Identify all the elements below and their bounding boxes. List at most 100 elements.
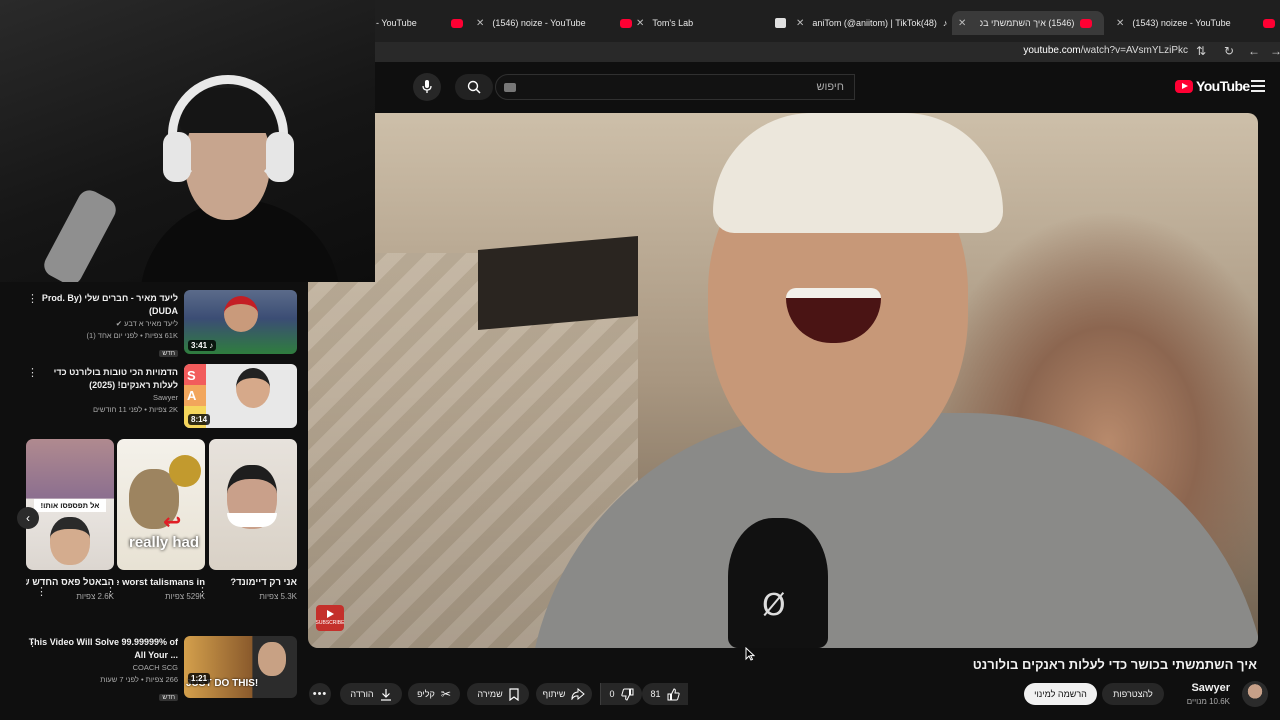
youtube-play-icon: [1175, 79, 1193, 93]
tab-title: (1543) noizee - YouTube: [1132, 18, 1231, 28]
short-title[interactable]: The worst talismans in ...: [117, 576, 205, 590]
dislike-count: 0: [609, 689, 615, 699]
video-meta: 61K צפיות • לפני יום אחד (1): [86, 331, 178, 340]
search-icon: [467, 80, 481, 94]
thumbnail-text: אל תפספסו אותו!: [34, 499, 106, 512]
menu-icon[interactable]: [1251, 80, 1265, 92]
browser-tab[interactable]: ✕ (1546) noize - YouTube: [476, 11, 632, 35]
video-info: ליעד מאיר - חברים שלי (Prod. By DUDA) לי…: [28, 292, 178, 360]
browser-tab[interactable]: - YouTube: [376, 11, 463, 35]
close-tab-icon[interactable]: ✕: [958, 18, 966, 29]
video-thumbnail[interactable]: JUST DO THIS! 1:21: [184, 636, 297, 698]
browser-tab[interactable]: ✕ (1543) noizee - YouTube: [1116, 11, 1275, 35]
short-video[interactable]: ↩ really had The worst talismans in ... …: [105, 439, 205, 601]
channel-name: Sawyer: [152, 393, 178, 402]
save-icon: [509, 687, 519, 701]
tab-count: (48): [920, 18, 937, 28]
more-icon: •••: [312, 688, 328, 700]
channel-avatar[interactable]: [1242, 681, 1268, 707]
clip-icon: ✂: [440, 687, 451, 701]
more-options-icon[interactable]: ⋮: [36, 585, 47, 598]
play-icon: [326, 610, 334, 618]
close-tab-icon[interactable]: ✕: [1116, 18, 1124, 29]
tab-title: (1546) איך השתמשתי בכושר: [980, 18, 1075, 28]
youtube-logo[interactable]: YouTube: [1175, 78, 1250, 94]
subscribe-button[interactable]: הרשמה למינוי: [1024, 683, 1097, 705]
share-button[interactable]: שיתוף: [536, 683, 592, 705]
short-thumbnail[interactable]: ↩ really had: [117, 439, 205, 570]
tab-title: (1546) noize - YouTube: [492, 18, 586, 28]
forward-icon[interactable]: →: [1270, 44, 1280, 58]
short-video[interactable]: אל תפספסו אותו! הבאטל פאס החדש שווה ... …: [26, 439, 114, 601]
video-info: This Video Will Solve 99.99999% of All Y…: [28, 636, 178, 704]
video-meta: 2K צפיות • לפני 11 חודשים: [93, 405, 178, 414]
video-duration: 8:14: [188, 414, 211, 425]
like-button[interactable]: 81: [642, 683, 688, 705]
subscribe-watermark[interactable]: SUBSCRIBE: [316, 605, 344, 631]
short-title[interactable]: אני רק דיימונד?: [209, 576, 297, 590]
close-tab-icon[interactable]: ✕: [796, 18, 804, 29]
back-icon[interactable]: ←: [1248, 44, 1260, 58]
more-options-icon[interactable]: ⋮: [27, 292, 38, 306]
video-player[interactable]: Ø: [308, 113, 1258, 648]
more-options-icon[interactable]: ⋮: [27, 366, 38, 380]
recommended-video[interactable]: JUST DO THIS! 1:21 This Video Will Solve…: [0, 636, 300, 706]
video-duration: 1:21: [188, 673, 211, 684]
watermark-label: SUBSCRIBE: [315, 620, 345, 626]
microphone-icon: [422, 80, 432, 93]
site-settings-icon[interactable]: ⇅: [1196, 44, 1206, 58]
video-background-vent: [478, 236, 638, 330]
short-thumbnail[interactable]: אל תפספסו אותו!: [26, 439, 114, 570]
close-tab-icon[interactable]: ✕: [636, 18, 644, 29]
browser-tab-active[interactable]: ✕ (1546) איך השתמשתי בכושר: [952, 11, 1104, 35]
browser-tab[interactable]: ✕ Tom's Lab: [636, 11, 787, 35]
short-views: 529K צפיות: [165, 592, 205, 601]
search-button[interactable]: [455, 74, 493, 100]
channel-name[interactable]: Sawyer: [1191, 682, 1230, 694]
clip-button[interactable]: קליפ ✂: [408, 683, 460, 705]
voice-search-button[interactable]: [413, 73, 441, 101]
studio-microphone: [40, 186, 120, 282]
channel-name: COACH SCG: [132, 663, 178, 672]
tiktok-favicon-icon: ♪: [942, 18, 948, 28]
join-button[interactable]: להצטרפות: [1102, 683, 1164, 705]
video-info: הדמויות הכי טובות בולורנט כדי לעלות ראנק…: [28, 366, 178, 416]
download-icon: [380, 688, 391, 701]
youtube-favicon-icon: [1262, 18, 1275, 28]
thumbnail-text: really had: [129, 534, 200, 551]
video-thumbnail[interactable]: 3:41 ♪: [184, 290, 297, 354]
download-button[interactable]: הורדה: [340, 683, 402, 705]
share-icon: [571, 688, 586, 700]
video-title[interactable]: This Video Will Solve 99.99999% of All Y…: [28, 636, 178, 662]
video-duration: 3:41 ♪: [188, 340, 217, 351]
video-title[interactable]: ליעד מאיר - חברים שלי (Prod. By DUDA): [28, 292, 178, 318]
like-count: 81: [650, 689, 661, 699]
video-title[interactable]: הדמויות הכי טובות בולורנט כדי לעלות ראנק…: [28, 366, 178, 392]
short-video[interactable]: אני רק דיימונד? 5.3K צפיות ⋮: [197, 439, 297, 601]
streamer-webcam: [0, 0, 375, 282]
short-thumbnail[interactable]: [209, 439, 297, 570]
search-input[interactable]: חיפוש: [495, 74, 855, 100]
reload-icon[interactable]: ↻: [1224, 44, 1234, 58]
more-options-icon[interactable]: ⋮: [27, 636, 38, 650]
close-tab-icon[interactable]: ✕: [476, 18, 484, 29]
dislike-icon: [620, 688, 633, 701]
browser-tab[interactable]: ✕ aniTom (@aniitom) | TikTok (48) ♪: [796, 11, 947, 35]
chevron-left-icon[interactable]: ‹: [17, 507, 39, 529]
video-title: איך השתמשתי בכושר כדי לעלות ראנקים בולור…: [972, 657, 1257, 672]
save-button[interactable]: שמירה: [467, 683, 529, 705]
clip-label: קליפ: [417, 689, 435, 699]
recommended-video[interactable]: 3:41 ♪ ליעד מאיר - חברים שלי (Prod. By D…: [0, 290, 300, 360]
youtube-favicon-icon: [1080, 18, 1093, 28]
tab-title: - YouTube: [376, 18, 417, 28]
save-label: שמירה: [477, 689, 503, 699]
like-icon: [667, 687, 680, 700]
url-text[interactable]: youtube.com/watch?v=AVsmYLziPkc: [1023, 45, 1188, 56]
headphone-cup-right: [266, 132, 294, 182]
more-actions-button[interactable]: •••: [309, 683, 331, 705]
keyboard-icon[interactable]: [504, 83, 516, 92]
recommended-video[interactable]: SA 8:14 הדמויות הכי טובות בולורנט כדי לע…: [0, 364, 300, 434]
youtube-favicon-icon: [619, 18, 632, 28]
dislike-button[interactable]: 0: [600, 683, 642, 705]
video-thumbnail[interactable]: SA 8:14: [184, 364, 297, 428]
